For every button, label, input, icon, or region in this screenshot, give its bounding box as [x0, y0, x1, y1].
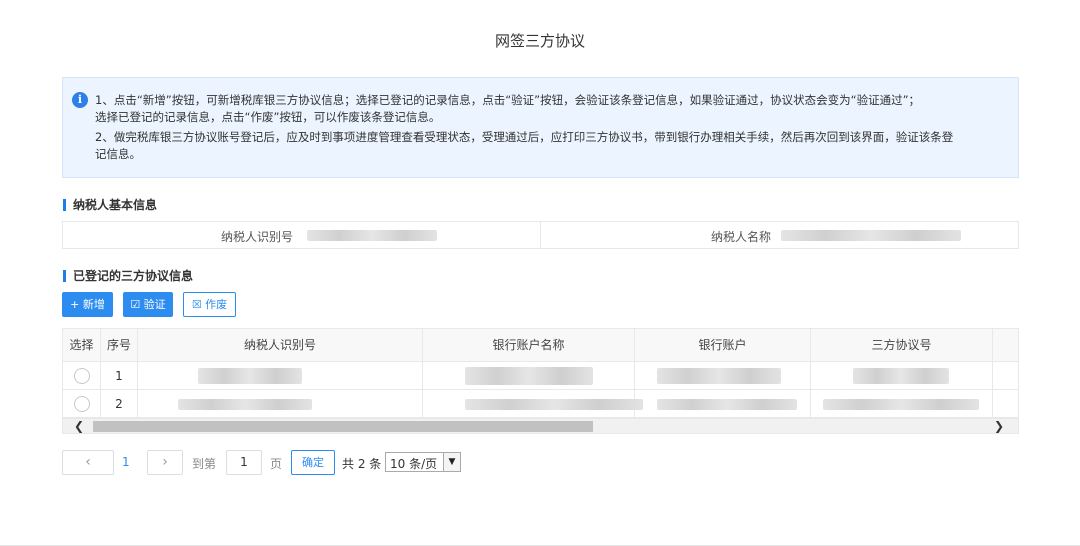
redacted-agreement-number [823, 399, 979, 410]
redacted-bank-account-name [465, 399, 643, 410]
page-size-value: 10 条/页 [390, 457, 438, 471]
notice-line-3: 2、做完税库银三方协议账号登记后，应及时到事项进度管理查看受理状态，受理通过后，… [95, 130, 954, 144]
column-header-bank-account-name: 银行账户名称 [423, 329, 635, 362]
taxpayer-section-title: 纳税人基本信息 [63, 199, 157, 211]
total-count: 共 2 条 [342, 457, 382, 471]
redacted-bank-account [657, 368, 781, 384]
row-bank-account-name-cell [423, 390, 643, 418]
row-taxpayer-id-cell [138, 362, 423, 390]
row-taxpayer-id-cell [138, 390, 423, 418]
row-bank-account-cell [635, 390, 811, 418]
redacted-taxpayer-id [178, 399, 312, 410]
taxpayer-name-value-redacted [781, 230, 961, 241]
taxpayer-info-row: 纳税人识别号 纳税人名称 [62, 221, 1019, 249]
row-overflow-cell [993, 362, 1018, 390]
redacted-bank-account-name [465, 367, 593, 385]
prev-page-button[interactable]: ‹ [62, 450, 114, 475]
notice-line-2: 选择已登记的记录信息，点击“作废”按钮，可以作废该条登记信息。 [95, 110, 441, 124]
row-overflow-cell [993, 390, 1018, 418]
row-select-cell [63, 390, 101, 418]
goto-confirm-button[interactable]: 确定 [291, 450, 335, 475]
row-agreement-number-cell [811, 362, 993, 390]
page-unit-label: 页 [270, 457, 283, 471]
column-header-overflow [993, 329, 1018, 362]
page: 网签三方协议 i 1、点击“新增”按钮，可新增税库银三方协议信息；选择已登记的记… [0, 0, 1080, 546]
notice-line-1: 1、点击“新增”按钮，可新增税库银三方协议信息；选择已登记的记录信息，点击“验证… [95, 93, 921, 107]
scroll-right-icon[interactable]: ❯ [991, 419, 1007, 433]
horizontal-scrollbar[interactable]: ❮ ❯ [63, 418, 1018, 433]
taxpayer-name-label: 纳税人名称 [711, 230, 772, 244]
page-title: 网签三方协议 [494, 32, 585, 50]
row-select-radio[interactable] [74, 368, 90, 384]
row-agreement-number-cell [811, 390, 993, 418]
scrollbar-thumb[interactable] [93, 421, 593, 432]
redacted-taxpayer-id [198, 368, 302, 384]
row-bank-account-name-cell [423, 362, 635, 390]
column-header-select: 选择 [63, 329, 101, 362]
row-index: 1 [101, 362, 138, 390]
goto-label: 到第 [192, 457, 217, 471]
agreements-table: 选择 序号 纳税人识别号 银行账户名称 银行账户 三方协议号 1 2 ❮ ❯ [62, 328, 1019, 434]
void-button[interactable]: ☒ 作废 [183, 292, 236, 317]
notice-line-4: 记信息。 [95, 147, 141, 161]
column-header-agreement-number: 三方协议号 [811, 329, 993, 362]
info-icon: i [72, 92, 88, 108]
taxpayer-name-cell: 纳税人名称 [541, 222, 1018, 248]
add-button[interactable]: + 新增 [62, 292, 113, 317]
taxpayer-id-value-redacted [307, 230, 437, 241]
agreements-section-title: 已登记的三方协议信息 [63, 270, 193, 282]
next-page-button[interactable]: › [147, 450, 183, 475]
notice-box: i 1、点击“新增”按钮，可新增税库银三方协议信息；选择已登记的记录信息，点击“… [62, 77, 1019, 178]
row-select-cell [63, 362, 101, 390]
verify-button[interactable]: ☑ 验证 [123, 292, 173, 317]
column-header-taxpayer-id: 纳税人识别号 [138, 329, 423, 362]
chevron-down-icon[interactable]: ▼ [443, 453, 460, 471]
taxpayer-id-cell: 纳税人识别号 [63, 222, 541, 248]
scroll-left-icon[interactable]: ❮ [71, 419, 87, 433]
row-index: 2 [101, 390, 138, 418]
column-header-bank-account: 银行账户 [635, 329, 811, 362]
goto-page-input[interactable]: 1 [226, 450, 262, 475]
redacted-bank-account [657, 399, 797, 410]
current-page-number[interactable]: 1 [122, 455, 130, 469]
row-select-radio[interactable] [74, 396, 90, 412]
page-size-select[interactable]: 10 条/页 ▼ [385, 452, 461, 472]
row-bank-account-cell [635, 362, 811, 390]
column-header-index: 序号 [101, 329, 138, 362]
redacted-agreement-number [853, 368, 949, 384]
taxpayer-id-label: 纳税人识别号 [221, 230, 294, 244]
